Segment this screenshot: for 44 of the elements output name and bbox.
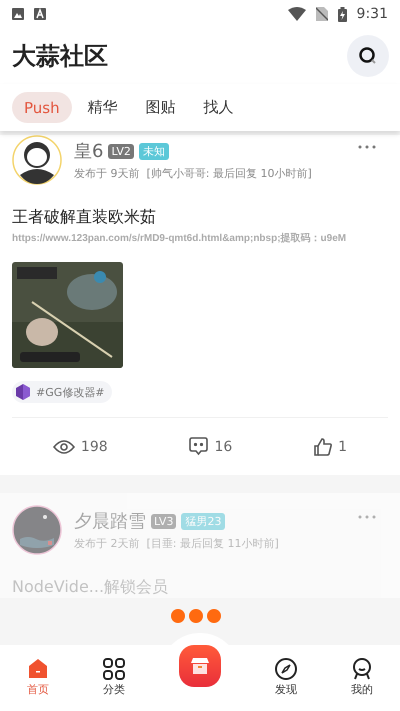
post-meta: 发布于 9天前 [帅气小哥哥: 最后回复 10小时前]	[74, 166, 313, 181]
level-badge: LV2	[108, 144, 134, 158]
user-tag: 猛男23	[181, 512, 226, 530]
comment-button[interactable]: 16	[183, 436, 238, 457]
person-icon	[351, 658, 373, 680]
hexagon-icon	[14, 383, 32, 401]
app-title: 大蒜社区	[12, 41, 108, 72]
nav-item[interactable]: 分类	[84, 657, 144, 698]
nav-item[interactable]: 我的	[332, 657, 392, 698]
wifi-icon	[288, 7, 306, 21]
post-meta: 发布于 2天前 [目垂: 最后回复 11小时前]	[74, 536, 280, 551]
post-title: NodeVide...解锁会员	[12, 577, 170, 598]
thumbs-up-icon	[314, 438, 332, 456]
author-name: 夕晨踏雪	[74, 510, 146, 533]
tab[interactable]: 精华	[76, 92, 130, 123]
avatar[interactable]	[12, 135, 62, 185]
like-button[interactable]: 1	[308, 436, 354, 456]
search-icon	[359, 47, 377, 65]
no-sim-icon	[316, 7, 328, 21]
user-tag: 未知	[138, 142, 169, 160]
tab[interactable]: 找人	[192, 92, 246, 123]
level-badge: LV3	[151, 514, 176, 528]
compass-icon	[275, 658, 297, 680]
post-title: 王者破解直装欧米茹	[12, 207, 157, 228]
store-button[interactable]	[179, 645, 221, 687]
post-body: https://www.123pan.com/s/rMD9-qmt6d.html&amp;nbsp;提取码：u9eM	[12, 232, 348, 246]
home-icon	[27, 658, 49, 680]
author-name: 皇6	[74, 140, 104, 163]
image-icon	[12, 8, 24, 20]
font-icon	[34, 8, 46, 20]
nav-item[interactable]: 发现	[256, 657, 316, 698]
battery-icon	[338, 6, 347, 22]
views-count[interactable]: 198	[46, 438, 114, 456]
loading-indicator	[171, 608, 221, 624]
nav-item[interactable]: 首页	[8, 657, 68, 698]
topic-tag[interactable]: #GG修改器#	[12, 381, 112, 403]
status-time: 9:31	[356, 6, 388, 22]
grid-icon	[103, 658, 125, 680]
eye-icon	[52, 438, 75, 454]
search-button[interactable]	[347, 35, 389, 77]
more-icon[interactable]	[358, 145, 376, 149]
tab[interactable]: 图贴	[134, 92, 188, 123]
store-icon	[191, 658, 209, 674]
comment-icon	[189, 437, 208, 456]
